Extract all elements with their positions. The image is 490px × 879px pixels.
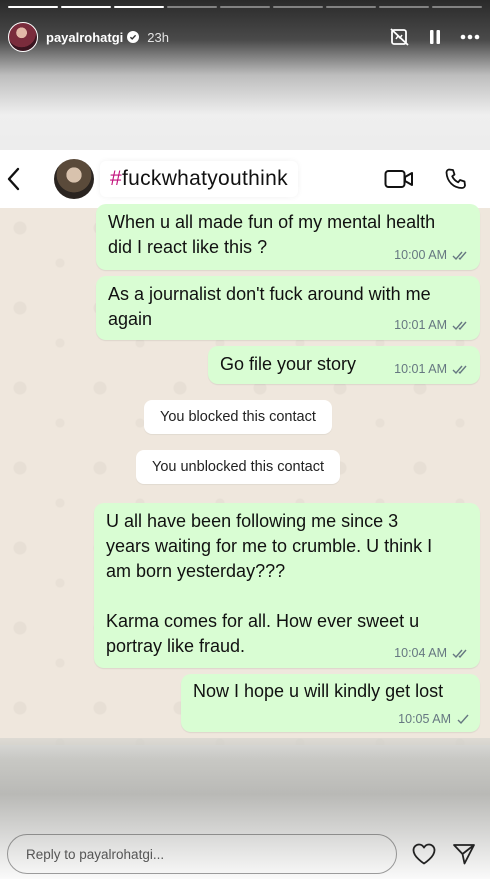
double-check-icon <box>452 320 470 331</box>
message-bubble[interactable]: Go file your story 10:01 AM <box>208 346 480 384</box>
system-message: You unblocked this contact <box>136 450 340 484</box>
story-viewer: payalrohatgi 23h #fuckwhatyouthink When … <box>0 0 490 879</box>
message-text: U all have been following me since 3 yea… <box>106 511 433 656</box>
progress-segment <box>326 6 376 8</box>
double-check-icon <box>452 364 470 375</box>
send-icon[interactable] <box>452 842 476 866</box>
story-time: 23h <box>147 29 169 45</box>
single-check-icon <box>456 714 470 725</box>
message-time: 10:01 AM <box>394 318 447 332</box>
story-username[interactable]: payalrohatgi <box>46 30 123 45</box>
contact-name-text: fuckwhatyouthink <box>121 167 288 190</box>
double-check-icon <box>452 648 470 659</box>
story-progress <box>8 6 482 8</box>
back-arrow-icon[interactable] <box>6 166 22 192</box>
system-message: You blocked this contact <box>144 400 332 434</box>
progress-segment <box>61 6 111 8</box>
progress-segment <box>220 6 270 8</box>
message-time: 10:05 AM <box>398 712 451 726</box>
profile-avatar[interactable] <box>8 22 38 52</box>
mute-icon[interactable] <box>390 28 410 46</box>
video-call-icon[interactable] <box>384 169 414 189</box>
chat-header: #fuckwhatyouthink <box>0 150 490 208</box>
progress-segment <box>432 6 482 8</box>
verified-icon <box>127 31 140 43</box>
progress-segment <box>273 6 323 8</box>
message-time: 10:04 AM <box>394 646 447 660</box>
contact-hash: # <box>110 167 122 190</box>
contact-name[interactable]: #fuckwhatyouthink <box>100 161 298 197</box>
message-text: Now I hope u will kindly get lost <box>193 681 444 701</box>
progress-segment <box>379 6 429 8</box>
more-icon[interactable] <box>460 34 480 40</box>
message-bubble[interactable]: As a journalist don't fuck around with m… <box>96 276 480 340</box>
pause-icon[interactable] <box>428 29 442 45</box>
contact-avatar[interactable] <box>54 159 94 199</box>
message-time: 10:00 AM <box>394 248 447 262</box>
story-header: payalrohatgi 23h <box>8 20 480 54</box>
progress-segment <box>167 6 217 8</box>
double-check-icon <box>452 250 470 261</box>
progress-segment <box>8 6 58 8</box>
reply-input[interactable]: Reply to payalrohatgi... <box>7 834 397 874</box>
message-bubble[interactable]: U all have been following me since 3 yea… <box>94 503 480 668</box>
message-bubble[interactable]: Now I hope u will kindly get lost 10:05 … <box>181 674 480 732</box>
phone-icon[interactable] <box>444 167 468 191</box>
message-bubble[interactable]: When u all made fun of my mental health … <box>96 204 480 270</box>
progress-segment <box>114 6 164 8</box>
message-time: 10:01 AM <box>394 362 447 376</box>
heart-icon[interactable] <box>411 842 437 866</box>
